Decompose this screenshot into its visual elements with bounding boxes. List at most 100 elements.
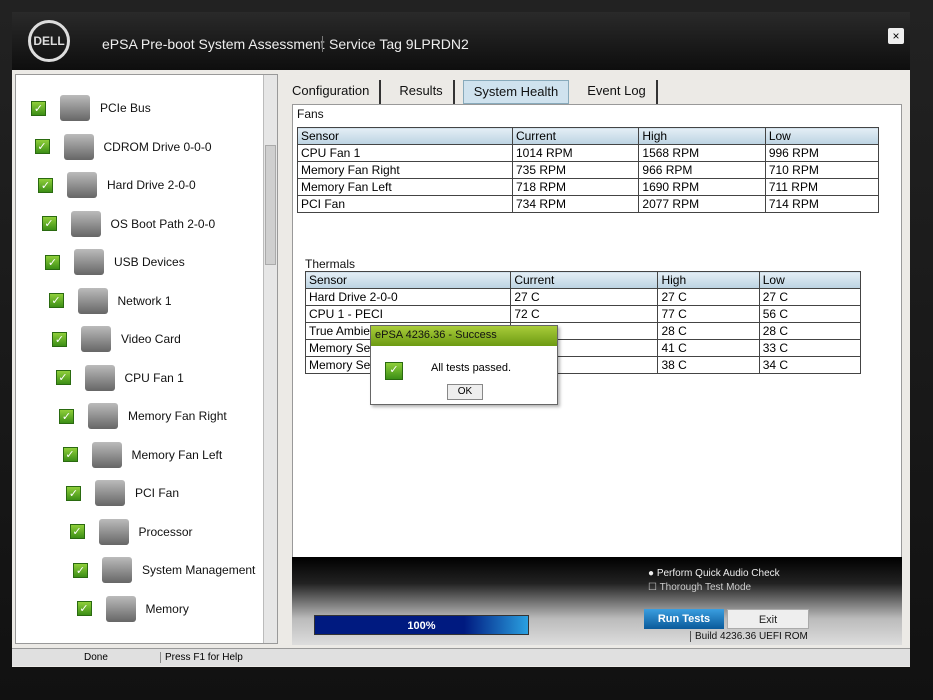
device-label: PCIe Bus — [100, 101, 151, 115]
device-label: Network 1 — [117, 293, 172, 308]
run-tests-button[interactable]: Run Tests — [644, 609, 724, 629]
scroll-thumb[interactable] — [265, 145, 276, 265]
device-label: CDROM Drive 0-0-0 — [103, 139, 212, 154]
device-label: Hard Drive 2-0-0 — [107, 178, 196, 192]
device-item[interactable]: ✓ PCI Fan — [66, 480, 179, 506]
build-info: Build 4236.36 UEFI ROM — [690, 631, 808, 642]
table-cell: Memory Fan Right — [297, 161, 513, 179]
fans-table: Sensor Current High Low CPU Fan 1 1014 RPM 156… — [297, 127, 880, 213]
table-header-row: Sensor Current High Low — [304, 271, 862, 289]
device-list-scrollbar[interactable] — [263, 75, 277, 643]
column-header: Sensor — [297, 127, 513, 145]
table-cell: 27 C — [758, 288, 862, 306]
device-item[interactable]: ✓ Processor — [69, 518, 193, 545]
success-dialog: ePSA 4236.36 - Success ✓ All tests passe… — [370, 325, 558, 405]
column-header: High — [657, 271, 760, 289]
device-item[interactable]: ✓ Video Card — [52, 326, 181, 352]
status-text: Done — [84, 652, 108, 663]
table-cell: 34 C — [758, 356, 862, 374]
device-item[interactable]: ✓ Network 1 — [48, 287, 172, 314]
column-header: Current — [511, 127, 640, 145]
checkbox-checked-icon[interactable]: ✓ — [34, 139, 50, 154]
table-cell: 41 C — [657, 339, 760, 357]
table-cell: Memory Fan Left — [297, 178, 513, 196]
checkbox-checked-icon[interactable]: ✓ — [73, 562, 88, 578]
checkbox-checked-icon[interactable]: ✓ — [52, 331, 67, 347]
device-label: CPU Fan 1 — [124, 370, 184, 385]
thorough-mode-checkbox[interactable]: ☐ Thorough Test Mode — [648, 582, 751, 593]
help-hint: Press F1 for Help — [160, 652, 243, 663]
exit-button[interactable]: Exit — [727, 609, 809, 629]
table-cell: 28 C — [758, 322, 862, 340]
audio-check-label: Perform Quick Audio Check — [656, 568, 780, 579]
device-item[interactable]: ✓ Memory Fan Right — [59, 403, 227, 429]
table-cell: 2077 RPM — [638, 195, 766, 213]
table-cell: 27 C — [510, 288, 659, 306]
table-cell: 1690 RPM — [638, 178, 766, 196]
device-item[interactable]: ✓ CPU Fan 1 — [55, 364, 184, 391]
device-label: Memory Fan Right — [128, 409, 227, 423]
table-row: CPU Fan 1 1014 RPM 1568 RPM 996 RPM — [297, 144, 880, 162]
table-row: Memory Fan Right 735 RPM 966 RPM 710 RPM — [297, 161, 880, 179]
device-item[interactable]: ✓ Memory Fan Left — [62, 441, 223, 468]
tab-results[interactable]: Results — [389, 80, 455, 104]
checkbox-checked-icon[interactable]: ✓ — [48, 293, 64, 308]
table-cell: 38 C — [657, 356, 760, 374]
fan-icon — [95, 480, 125, 506]
ok-button[interactable]: OK — [447, 384, 483, 400]
table-cell: Hard Drive 2-0-0 — [304, 288, 512, 306]
device-label: Memory Fan Left — [131, 447, 223, 462]
close-button[interactable]: × — [888, 28, 904, 44]
device-item[interactable]: ✓ Hard Drive 2-0-0 — [38, 172, 196, 198]
table-cell: CPU 1 - PECI — [304, 305, 512, 323]
device-item[interactable]: ✓ System Management — [73, 557, 255, 583]
hard-drive-icon — [67, 172, 97, 198]
checkbox-checked-icon[interactable]: ✓ — [59, 408, 74, 424]
table-header-row: Sensor Current High Low — [297, 127, 880, 145]
table-cell: 28 C — [657, 322, 760, 340]
checkbox-checked-icon[interactable]: ✓ — [69, 524, 85, 539]
checkbox-checked-icon[interactable]: ✓ — [38, 177, 53, 193]
table-cell: 1014 RPM — [511, 144, 640, 162]
tab-system-health[interactable]: System Health — [462, 80, 570, 104]
checkbox-checked-icon[interactable]: ✓ — [31, 100, 46, 116]
checkbox-checked-icon[interactable]: ✓ — [66, 485, 81, 501]
thermals-title: Thermals — [305, 257, 356, 271]
table-cell: 710 RPM — [764, 161, 880, 179]
device-item[interactable]: ✓ USB Devices — [45, 249, 185, 275]
memory-icon — [105, 595, 136, 622]
table-row: Hard Drive 2-0-0 27 C 27 C 27 C — [304, 288, 862, 306]
tab-configuration[interactable]: Configuration — [282, 80, 382, 104]
table-cell: 735 RPM — [511, 161, 640, 179]
table-row: CPU 1 - PECI 72 C 77 C 56 C — [304, 305, 862, 323]
checkbox-checked-icon[interactable]: ✓ — [55, 370, 71, 385]
column-header: High — [638, 127, 766, 145]
column-header: Current — [510, 271, 659, 289]
cdrom-icon — [63, 133, 94, 160]
checkbox-checked-icon[interactable]: ✓ — [76, 601, 92, 616]
checkbox-checked-icon[interactable]: ✓ — [41, 216, 57, 231]
epsa-window: DELL ePSA Pre-boot System Assessment Ser… — [12, 12, 910, 667]
device-label: PCI Fan — [135, 486, 180, 500]
service-tag: Service Tag 9LPRDN2 — [322, 36, 469, 52]
video-card-icon — [81, 326, 111, 352]
tab-event-log[interactable]: Event Log — [577, 80, 658, 104]
checkbox-checked-icon[interactable]: ✓ — [62, 447, 78, 462]
device-item[interactable]: ✓ PCIe Bus — [31, 95, 151, 121]
column-header: Sensor — [304, 271, 512, 289]
table-cell: 711 RPM — [764, 178, 880, 196]
device-item[interactable]: ✓ Memory — [76, 595, 189, 622]
checkbox-checked-icon[interactable]: ✓ — [45, 254, 60, 270]
table-cell: PCI Fan — [297, 195, 513, 213]
device-item[interactable]: ✓ CDROM Drive 0-0-0 — [34, 133, 212, 160]
progress-bar: 100% — [314, 615, 529, 635]
app-title: ePSA Pre-boot System Assessment — [102, 36, 325, 52]
audio-check-option[interactable]: ● Perform Quick Audio Check — [648, 568, 780, 579]
tab-bar: Configuration Results System Health Even… — [282, 80, 666, 104]
device-label: Memory — [145, 601, 189, 616]
device-item[interactable]: ✓ OS Boot Path 2-0-0 — [41, 210, 215, 237]
fan-icon — [91, 441, 122, 468]
system-management-icon — [102, 557, 132, 583]
table-cell: 734 RPM — [511, 195, 640, 213]
device-label: System Management — [142, 563, 256, 577]
